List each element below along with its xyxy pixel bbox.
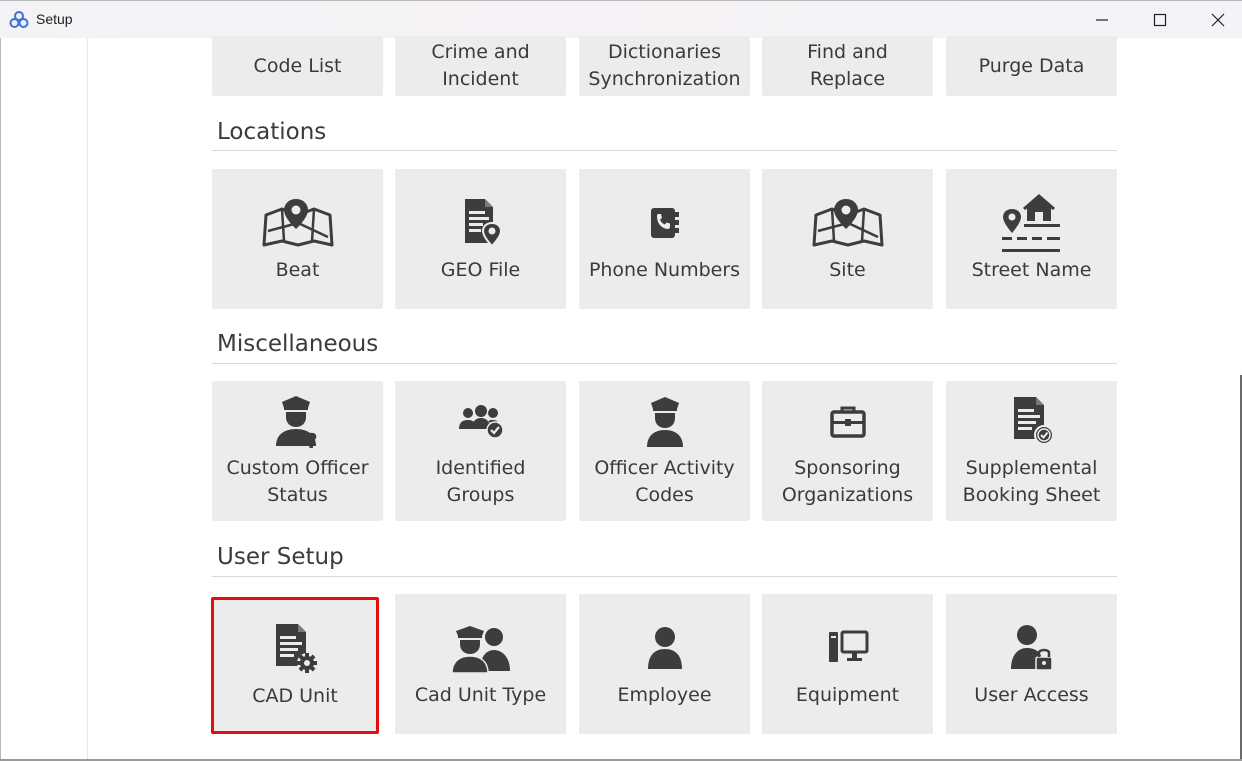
- section-title-user-setup: User Setup: [217, 544, 344, 570]
- tile-supplemental-booking-sheet[interactable]: Supplemental Booking Sheet: [946, 381, 1117, 521]
- tile-label: Street Name: [971, 258, 1092, 281]
- close-button[interactable]: [1189, 1, 1242, 39]
- section-divider: [212, 576, 1117, 577]
- maximize-button[interactable]: [1131, 1, 1189, 39]
- computer-icon: [812, 620, 884, 676]
- tile-label: Equipment: [795, 683, 900, 706]
- minimize-button[interactable]: [1073, 1, 1131, 39]
- close-icon: [1211, 13, 1225, 27]
- document-check-icon: [996, 393, 1068, 449]
- window-title: Setup: [36, 11, 73, 27]
- tile-label: Custom Officer Status: [226, 457, 369, 506]
- tile-sponsoring-organizations[interactable]: Sponsoring Organizations: [762, 381, 933, 521]
- street-house-icon: [996, 193, 1068, 252]
- officer-pair-icon: [445, 620, 517, 676]
- tile-label: Sponsoring Organizations: [781, 457, 914, 506]
- tile-label: Officer Activity Codes: [594, 457, 735, 506]
- tile-label: Cad Unit Type: [414, 683, 547, 706]
- group-check-icon: [445, 393, 517, 449]
- tile-site[interactable]: Site: [762, 169, 933, 309]
- tile-label: CAD Unit: [252, 685, 338, 707]
- tile-label: Site: [829, 258, 866, 281]
- tile-purge-data[interactable]: Purge Data: [946, 36, 1117, 96]
- tile-find-and-replace[interactable]: Find and Replace: [762, 36, 933, 96]
- document-gear-icon: [259, 621, 331, 677]
- section-title-locations: Locations: [217, 119, 327, 145]
- tile-officer-activity-codes[interactable]: Officer Activity Codes: [579, 381, 750, 521]
- tile-user-access[interactable]: User Access: [946, 594, 1117, 734]
- tile-label: Find and Replace: [807, 41, 888, 90]
- tile-label: Phone Numbers: [588, 258, 741, 281]
- tile-employee[interactable]: Employee: [579, 594, 750, 734]
- tile-identified-groups[interactable]: Identified Groups: [395, 381, 566, 521]
- tile-label: Identified Groups: [435, 457, 526, 506]
- tile-code-list[interactable]: Code List: [212, 36, 383, 96]
- tile-label: Dictionaries Synchronization: [588, 41, 741, 90]
- section-title-miscellaneous: Miscellaneous: [217, 331, 379, 357]
- tile-cad-unit-type[interactable]: Cad Unit Type: [395, 594, 566, 734]
- tile-dictionaries-synchronization[interactable]: Dictionaries Synchronization: [579, 36, 750, 96]
- tile-phone-numbers[interactable]: Phone Numbers: [579, 169, 750, 309]
- phone-book-icon: [629, 195, 701, 251]
- left-sidebar: [0, 38, 88, 761]
- maximize-icon: [1153, 13, 1167, 27]
- tile-label: Code List: [253, 54, 342, 77]
- section-divider: [212, 150, 1117, 151]
- user-lock-icon: [996, 620, 1068, 676]
- geo-file-icon: [445, 195, 517, 251]
- map-pin-icon: [812, 195, 884, 251]
- tile-label: Purge Data: [978, 54, 1085, 77]
- title-bar: Setup: [0, 0, 1242, 38]
- tile-label: GEO File: [440, 258, 521, 281]
- map-pin-icon: [262, 195, 334, 251]
- app-logo-icon: [9, 11, 29, 28]
- tile-equipment[interactable]: Equipment: [762, 594, 933, 734]
- tile-beat[interactable]: Beat: [212, 169, 383, 309]
- tile-crime-and-incident[interactable]: Crime and Incident: [395, 36, 566, 96]
- tile-custom-officer-status[interactable]: ? Custom Officer Status: [212, 381, 383, 521]
- tile-street-name[interactable]: Street Name: [946, 169, 1117, 309]
- tile-label: Supplemental Booking Sheet: [962, 457, 1101, 506]
- minimize-icon: [1096, 19, 1108, 21]
- user-icon: [629, 620, 701, 676]
- tile-label: Employee: [617, 683, 712, 706]
- tile-geo-file[interactable]: GEO File: [395, 169, 566, 309]
- section-divider: [212, 363, 1117, 364]
- svg-text:?: ?: [306, 429, 318, 450]
- officer-question-icon: ?: [262, 393, 334, 450]
- tile-label: Beat: [275, 258, 320, 281]
- tile-label: Crime and Incident: [431, 41, 530, 90]
- officer-icon: [629, 393, 701, 449]
- tile-cad-unit[interactable]: CAD Unit: [211, 597, 379, 734]
- tile-label: User Access: [974, 683, 1089, 706]
- briefcase-icon: [812, 393, 884, 449]
